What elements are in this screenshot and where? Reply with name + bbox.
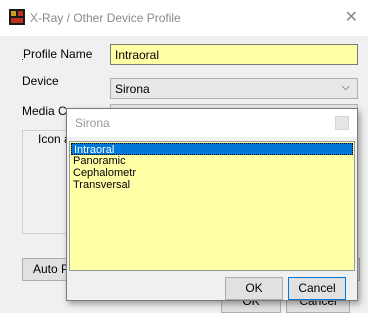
popup-cancel-button[interactable]: Cancel <box>288 277 346 300</box>
window-title: X-Ray / Other Device Profile <box>30 11 181 25</box>
list-item[interactable]: Panoramic <box>71 155 126 167</box>
profile-name-label-text: Profile Name <box>23 47 93 61</box>
popup-close-icon[interactable] <box>335 116 349 130</box>
list-item[interactable]: Transversal <box>71 179 130 191</box>
list-item[interactable]: Intraoral <box>71 143 353 156</box>
device-dropdown[interactable]: Sirona ⌵ <box>110 78 358 99</box>
app-icon <box>9 9 25 25</box>
profile-name-label: PProfile Name <box>22 47 93 61</box>
popup-ok-button[interactable]: OK <box>225 277 283 300</box>
popup-title: Sirona <box>75 116 110 130</box>
title-bar: X-Ray / Other Device Profile ✕ <box>0 0 368 36</box>
chevron-down-icon: ⌵ <box>341 81 350 93</box>
list-item[interactable]: Cephalometr <box>71 167 136 179</box>
device-value: Sirona <box>115 82 150 96</box>
profile-name-field[interactable]: Intraoral <box>110 44 358 65</box>
close-icon[interactable]: ✕ <box>345 7 358 27</box>
device-type-list[interactable]: Intraoral Panoramic Cephalometr Transver… <box>69 141 355 271</box>
profile-name-value: Intraoral <box>115 48 160 62</box>
popup-header: Sirona <box>67 109 357 137</box>
sirona-popup: Sirona Intraoral Panoramic Cephalometr T… <box>66 108 358 301</box>
device-label: Device <box>22 74 59 88</box>
